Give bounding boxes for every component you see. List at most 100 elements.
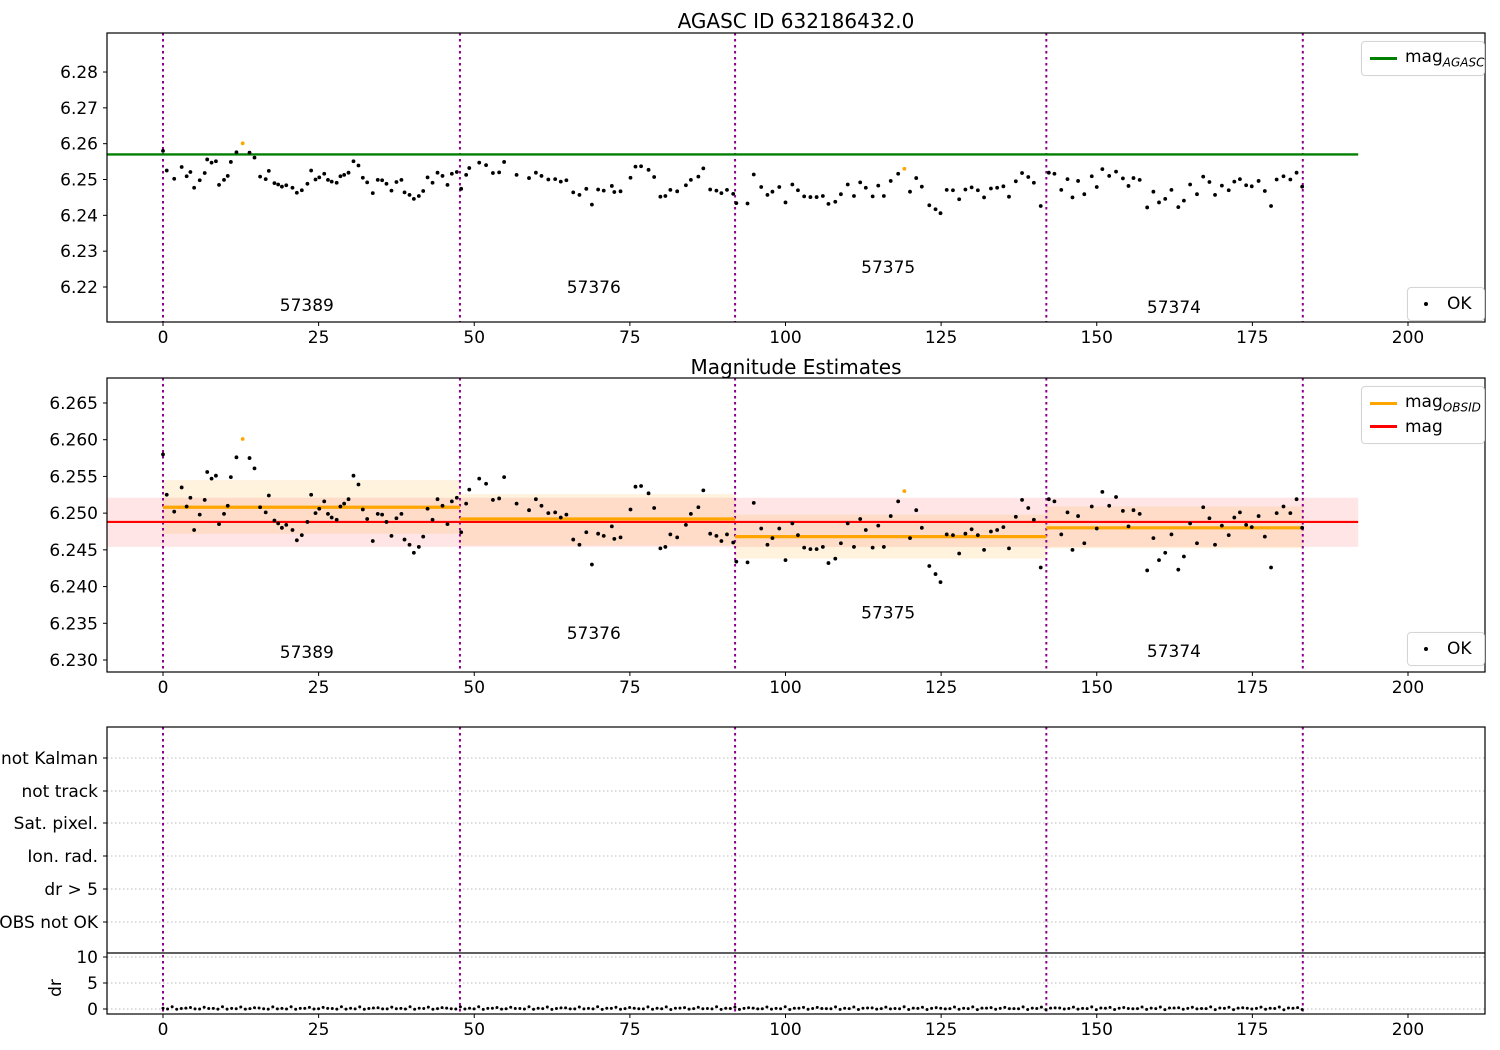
- x-tick-label: 25: [308, 1020, 330, 1040]
- data-point: [951, 533, 955, 538]
- data-point: [951, 188, 955, 193]
- data-point: [1013, 514, 1018, 519]
- dr-point: [454, 1007, 458, 1011]
- data-point: [266, 169, 271, 173]
- data-point: [1294, 170, 1299, 175]
- dr-point: [1113, 1007, 1117, 1011]
- data-point: [833, 556, 838, 561]
- data-point: [1026, 175, 1031, 179]
- dr-point: [477, 1005, 481, 1009]
- dr-point: [1277, 1005, 1281, 1009]
- data-point: [317, 175, 322, 180]
- obsid-label: 57389: [280, 643, 334, 663]
- data-point: [266, 493, 271, 498]
- x-tick-label: 50: [463, 1020, 485, 1040]
- dr-point: [1177, 1006, 1181, 1010]
- data-point: [783, 558, 788, 563]
- x-tick-label: 175: [1236, 678, 1268, 698]
- dr-point: [792, 1006, 796, 1010]
- dr-point: [513, 1007, 517, 1011]
- data-point: [1249, 184, 1254, 189]
- data-point: [484, 481, 488, 486]
- data-point: [411, 550, 416, 555]
- data-point: [1157, 558, 1161, 563]
- dr-point: [198, 1007, 202, 1011]
- data-point: [1137, 511, 1142, 516]
- data-point: [1145, 205, 1150, 210]
- data-point: [852, 545, 856, 549]
- dr-point: [1149, 1006, 1153, 1010]
- data-point: [407, 193, 412, 197]
- data-point: [845, 521, 850, 526]
- x-tick-label: 125: [925, 678, 957, 698]
- data-point: [944, 532, 949, 537]
- dr-point: [1017, 1007, 1021, 1011]
- dr-point: [916, 1006, 920, 1010]
- data-point: [1107, 174, 1112, 178]
- data-point: [888, 514, 893, 518]
- dr-point: [207, 1007, 211, 1011]
- data-point: [234, 150, 239, 155]
- x-tick-label: 50: [463, 328, 485, 348]
- dr-point: [285, 1007, 289, 1011]
- data-point: [394, 180, 399, 184]
- data-point: [714, 188, 719, 193]
- dr-point: [1021, 1005, 1025, 1009]
- data-point: [1026, 506, 1031, 510]
- y-tick-label: 6.24: [60, 206, 98, 226]
- category-label: OBS not OK: [0, 913, 99, 933]
- dr-point: [1099, 1006, 1103, 1010]
- data-point: [263, 510, 268, 515]
- data-point: [1169, 188, 1174, 192]
- data-point: [161, 452, 165, 457]
- data-point: [484, 163, 488, 168]
- data-point: [272, 518, 277, 523]
- data-point: [1274, 511, 1279, 516]
- data-point: [1007, 546, 1011, 551]
- y-tick-label: 6.25: [60, 171, 98, 191]
- data-point: [577, 542, 582, 547]
- dr-point: [330, 1007, 334, 1011]
- data-point: [584, 530, 589, 535]
- dr-point: [1090, 1005, 1094, 1009]
- data-point: [1145, 568, 1150, 573]
- dr-point: [294, 1007, 298, 1011]
- data-point: [276, 521, 281, 526]
- dr-point: [1204, 1007, 1208, 1011]
- data-point: [1163, 196, 1168, 201]
- data-point: [491, 498, 495, 502]
- data-point: [351, 159, 356, 164]
- data-point: [338, 504, 343, 509]
- dr-point: [262, 1007, 266, 1011]
- dr-point: [458, 1005, 462, 1009]
- dr-point: [193, 1007, 197, 1011]
- data-point: [305, 181, 310, 186]
- data-point: [370, 539, 375, 543]
- dr-point: [188, 1006, 192, 1010]
- data-point: [279, 525, 284, 530]
- data-point: [1219, 523, 1224, 528]
- dr-point: [532, 1007, 536, 1011]
- dr-point: [1300, 1007, 1304, 1011]
- data-point: [467, 487, 472, 492]
- data-point: [1076, 179, 1080, 183]
- dr-point: [1213, 1008, 1217, 1012]
- data-point: [1094, 185, 1099, 189]
- dr-point: [390, 1005, 394, 1009]
- dr-point: [884, 1005, 888, 1009]
- data-point: [411, 196, 416, 201]
- dr-point: [600, 1007, 604, 1011]
- data-point: [1089, 504, 1094, 509]
- data-point: [933, 207, 938, 212]
- obsid-label: 57375: [861, 603, 915, 623]
- data-point: [1076, 514, 1080, 518]
- data-point: [1120, 509, 1125, 513]
- dr-point: [564, 1006, 568, 1010]
- data-point: [734, 201, 739, 206]
- data-point: [708, 531, 713, 536]
- dr-point: [1172, 1006, 1176, 1010]
- dr-point: [628, 1006, 632, 1010]
- data-point: [725, 532, 729, 537]
- dr-axis-label: dr: [46, 979, 66, 997]
- dr-point: [866, 1006, 870, 1010]
